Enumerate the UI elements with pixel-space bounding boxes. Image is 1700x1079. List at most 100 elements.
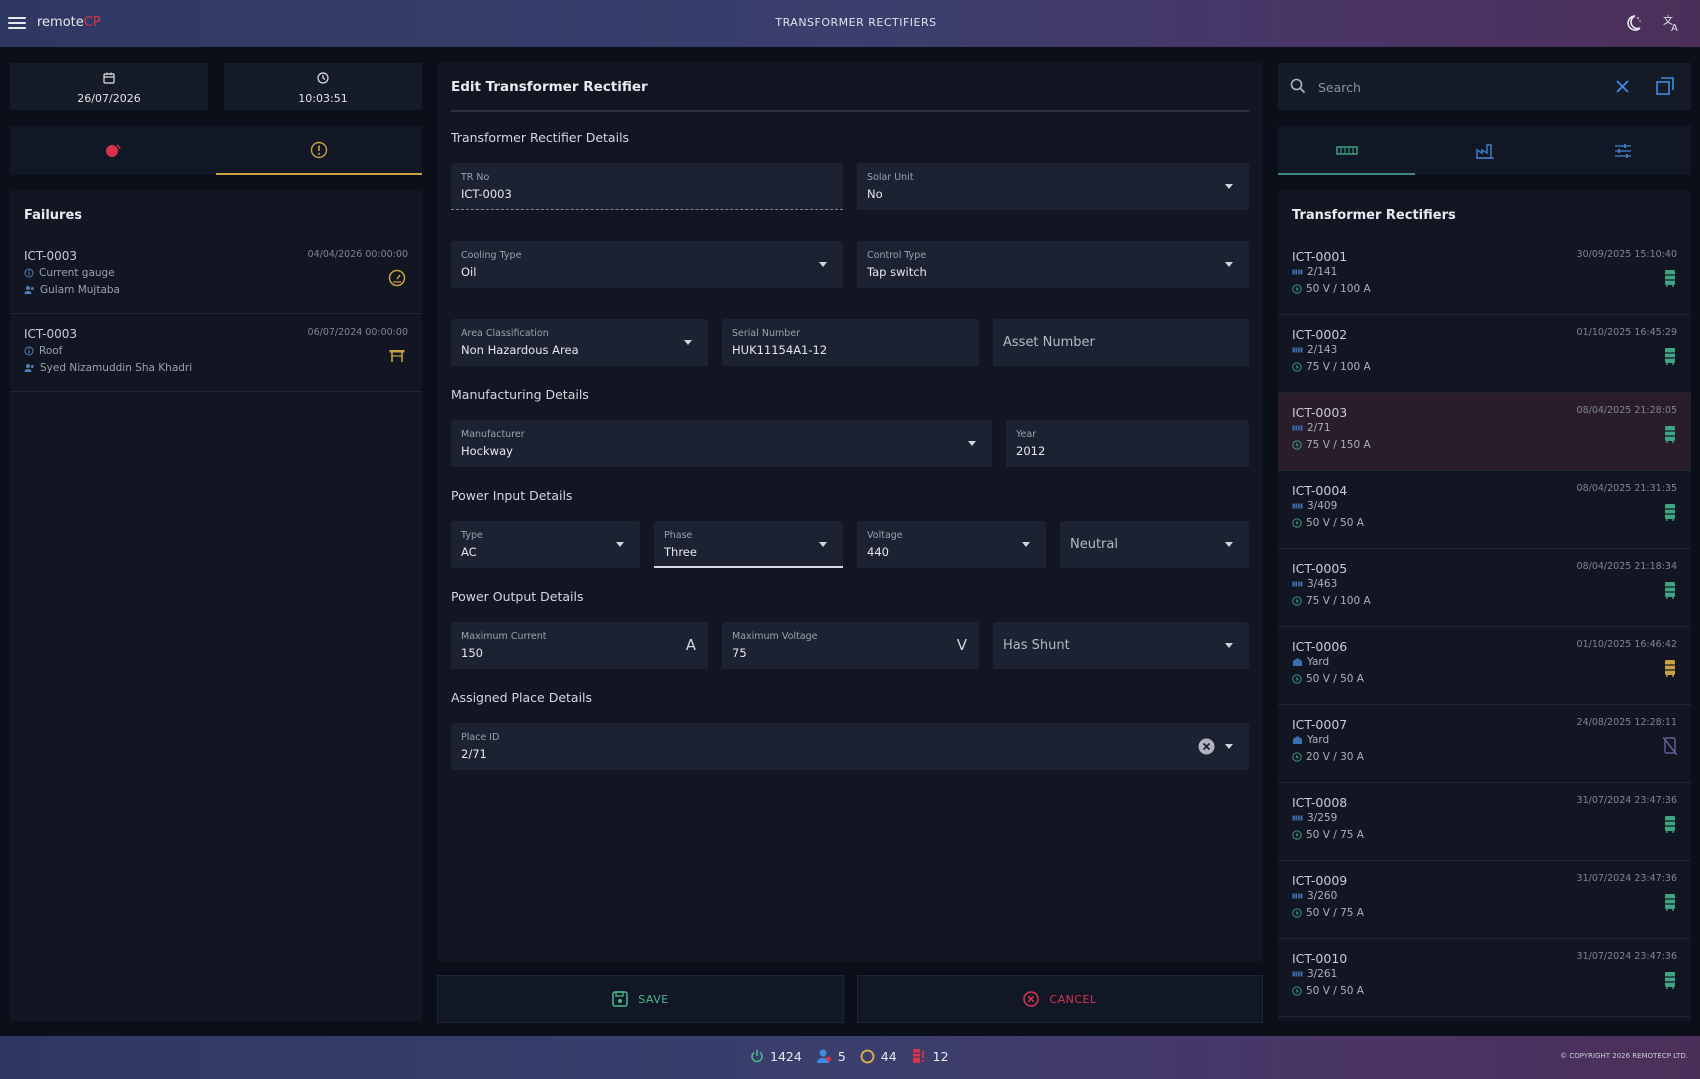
bolt-icon: [1292, 440, 1302, 450]
popout-icon[interactable]: [1656, 77, 1674, 95]
tr-list-title: Transformer Rectifiers: [1292, 208, 1456, 223]
voltage-select[interactable]: Voltage 440: [857, 521, 1046, 568]
area-classification-value: Non Hazardous Area: [461, 343, 579, 357]
tr-status-icon: [1663, 581, 1677, 599]
area-classification-label: Area Classification: [461, 328, 549, 339]
tab-list[interactable]: [1278, 126, 1415, 175]
save-button[interactable]: SAVE: [437, 975, 844, 1023]
place-id-select[interactable]: Place ID 2/71: [451, 723, 1249, 770]
user-counter[interactable]: 5: [816, 1048, 846, 1064]
phase-select[interactable]: Phase Three: [654, 521, 843, 568]
tr-date: 01/10/2025 16:45:29: [1576, 327, 1677, 338]
section-manufacturing: Manufacturing Details: [451, 387, 589, 402]
tab-alarms[interactable]: [10, 126, 216, 175]
tr-rating-row: 20 V / 30 A: [1292, 751, 1364, 763]
neutral-select[interactable]: Neutral: [1060, 521, 1249, 568]
bolt-icon: [1292, 752, 1302, 762]
rectifier-small-icon: [1292, 269, 1303, 275]
failure-tr-id: ICT-0003: [24, 327, 78, 341]
cancel-button[interactable]: CANCEL: [857, 975, 1263, 1023]
tr-list-item[interactable]: ICT-0001 30/09/2025 15:10:40 2/141 50 V / 1…: [1278, 237, 1691, 315]
tr-list-item[interactable]: ICT-0004 08/04/2025 21:31:35 3/409 50 V / 5…: [1278, 471, 1691, 549]
year-field[interactable]: Year 2012: [1006, 420, 1249, 467]
year-value: 2012: [1016, 444, 1046, 458]
tr-list-item[interactable]: ICT-0003 08/04/2025 21:28:05 2/71 75 V / 15…: [1278, 393, 1691, 471]
power-counter[interactable]: 1424: [750, 1049, 802, 1064]
max-current-label: Maximum Current: [461, 631, 547, 642]
alert-counter[interactable]: 12: [911, 1048, 949, 1064]
ampere-unit: A: [685, 636, 696, 654]
dark-mode-icon[interactable]: [1623, 13, 1643, 33]
search-input[interactable]: [1318, 75, 1618, 99]
control-type-select[interactable]: Control Type Tap switch: [857, 241, 1249, 288]
type-select[interactable]: Type AC: [451, 521, 640, 568]
tr-list-item[interactable]: ICT-0005 08/04/2025 21:18:34 3/463 75 V / 1…: [1278, 549, 1691, 627]
tr-date: 08/04/2025 21:18:34: [1576, 561, 1677, 572]
chevron-down-icon: [1225, 744, 1233, 749]
tr-status-icon: [1663, 659, 1677, 677]
tr-list-item[interactable]: ICT-0002 01/10/2025 16:45:29 2/143 75 V / 1…: [1278, 315, 1691, 393]
tab-failures[interactable]: [216, 126, 422, 175]
tr-rating: 50 V / 75 A: [1306, 829, 1364, 841]
circle-counter[interactable]: 44: [860, 1049, 897, 1064]
tr-list-item[interactable]: ICT-0009 31/07/2024 23:47:36 3/260 50 V / 7…: [1278, 861, 1691, 939]
place-id-value: 2/71: [461, 747, 487, 761]
asset-number-field[interactable]: Asset Number: [993, 319, 1249, 366]
serial-number-field[interactable]: Serial Number HUK11154A1-12: [722, 319, 979, 366]
max-current-field[interactable]: Maximum Current 150 A: [451, 622, 708, 669]
tr-no-field[interactable]: TR No ICT-0003: [451, 163, 843, 210]
tr-status-icon: [1663, 503, 1677, 521]
tr-id: ICT-0009: [1292, 873, 1348, 888]
has-shunt-select[interactable]: Has Shunt: [993, 622, 1249, 669]
tr-id: ICT-0004: [1292, 483, 1348, 498]
tr-id: ICT-0005: [1292, 561, 1348, 576]
failure-item[interactable]: ICT-0003 06/07/2024 00:00:00 Roof Syed N…: [10, 315, 422, 392]
failure-reason: Roof: [39, 345, 63, 357]
footer-bar: 1424 5 44 12 © COPYRIGHT 2026 REMOTECP L…: [0, 1036, 1700, 1079]
tr-date: 01/10/2025 16:46:42: [1576, 639, 1677, 650]
alert-count: 12: [932, 1048, 949, 1064]
solar-unit-select[interactable]: Solar Unit No: [857, 163, 1249, 210]
tr-place: 2/71: [1307, 422, 1331, 434]
tr-rating-row: 50 V / 50 A: [1292, 673, 1364, 685]
tr-place-row: Yard: [1292, 656, 1329, 668]
max-voltage-value: 75: [732, 646, 747, 660]
tab-filters[interactable]: [1554, 126, 1691, 175]
translate-icon[interactable]: 文A: [1662, 13, 1682, 34]
save-label: SAVE: [638, 992, 669, 1006]
tr-rating-row: 50 V / 50 A: [1292, 517, 1364, 529]
rectifier-small-icon: [1292, 581, 1303, 587]
time-box: 10:03:51: [224, 63, 422, 110]
tab-factory[interactable]: [1416, 126, 1553, 175]
tr-rating-row: 75 V / 100 A: [1292, 595, 1371, 607]
user-icon: [24, 364, 34, 372]
tr-list-item[interactable]: ICT-0006 01/10/2025 16:46:42 Yard 50 V / 50…: [1278, 627, 1691, 705]
neutral-placeholder: Neutral: [1070, 537, 1118, 552]
section-tr-details: Transformer Rectifier Details: [451, 130, 630, 145]
failure-item[interactable]: ICT-0003 04/04/2026 00:00:00 Current gau…: [10, 237, 422, 314]
date-box: 26/07/2026: [10, 63, 208, 110]
status-circle-icon: [860, 1049, 875, 1063]
cooling-type-select[interactable]: Cooling Type Oil: [451, 241, 843, 288]
max-voltage-field[interactable]: Maximum Voltage 75 V: [722, 622, 979, 669]
volt-unit: V: [956, 636, 967, 654]
tr-list-item[interactable]: ICT-0008 31/07/2024 23:47:36 3/259 50 V / 7…: [1278, 783, 1691, 861]
section-power-output: Power Output Details: [451, 589, 584, 604]
cancel-icon: [1023, 991, 1040, 1007]
close-icon[interactable]: [1615, 79, 1630, 94]
tr-list-item[interactable]: ICT-0007 24/08/2025 12:28:11 Yard 20 V / 30…: [1278, 705, 1691, 783]
clear-icon[interactable]: [1198, 738, 1215, 755]
tr-list-item[interactable]: ICT-0010 31/07/2024 23:47:36 3/261 50 V / 5…: [1278, 939, 1691, 1017]
roof-icon: [388, 347, 406, 365]
edit-panel: Edit Transformer Rectifier Transformer R…: [437, 63, 1263, 961]
phase-label: Phase: [664, 530, 693, 541]
tr-list-panel: Transformer Rectifiers ICT-0001 30/09/202…: [1278, 191, 1691, 1021]
area-classification-select[interactable]: Area Classification Non Hazardous Area: [451, 319, 708, 366]
top-bar: remoteCP TRANSFORMER RECTIFIERS 文A: [0, 0, 1700, 47]
failure-reason-row: Roof: [24, 345, 62, 357]
voltage-label: Voltage: [867, 530, 903, 541]
rectifier-small-icon: [1292, 425, 1303, 431]
tr-rating: 50 V / 50 A: [1306, 517, 1364, 529]
rectifier-alert-icon: [912, 1049, 924, 1063]
manufacturer-select[interactable]: Manufacturer Hockway: [451, 420, 992, 467]
